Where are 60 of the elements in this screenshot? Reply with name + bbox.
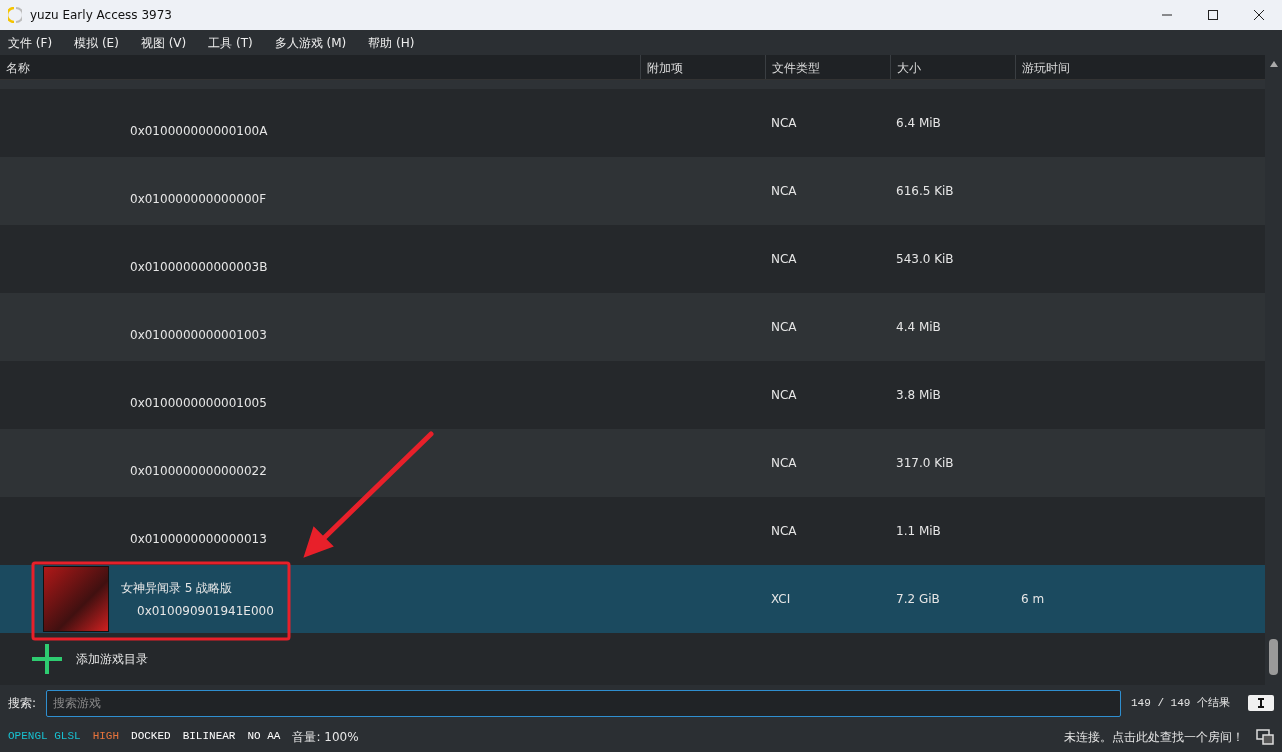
window-title: yuzu Early Access 3973 (30, 7, 172, 24)
status-indicator[interactable]: HIGH (92, 728, 120, 745)
title-id: 0x0100000000000013 (129, 531, 268, 548)
table-row[interactable]: 女神异闻录 5 战略版 0x010090901941E000 XCI 7.2 GiB 6 m (0, 565, 1265, 633)
title-id: 0x010000000000000F (129, 191, 268, 208)
menu-item[interactable]: 工具 (T) (208, 33, 253, 52)
search-field[interactable]: 搜索游戏 (46, 689, 1121, 717)
clear-search-button[interactable] (1248, 695, 1274, 711)
size-cell-text: 3.8 MiB (895, 388, 942, 402)
size-cell-text: 6.4 MiB (895, 116, 942, 130)
menu-item[interactable]: 视图 (V) (140, 33, 187, 52)
add-directory-link[interactable]: 添加游戏目录 (76, 650, 148, 668)
file-type-cell-text: NCA (770, 456, 798, 470)
column-header[interactable]: 名称 (0, 55, 640, 79)
maximize-icon[interactable] (1207, 10, 1219, 20)
title-id: 0x0100000000000022 (129, 463, 268, 480)
play-time-cell-text: 6 m (1020, 592, 1046, 606)
menu-item[interactable]: 多人游戏 (M) (274, 33, 347, 52)
clear-icon[interactable] (1257, 698, 1265, 708)
size-cell-text: 317.0 KiB (895, 456, 955, 470)
result-count: 149 / 149 个结果 (1131, 695, 1230, 711)
table-row[interactable]: 0x0100000000000022 NCA 317.0 KiB (0, 429, 1265, 497)
status-indicator[interactable]: NO AA (247, 728, 281, 745)
size-cell-text: 616.5 KiB (895, 184, 955, 198)
file-type-cell-text: XCI (770, 592, 792, 606)
size-cell-text: 4.4 MiB (895, 320, 942, 334)
title-id: 0x0100000000001005 (129, 395, 268, 412)
close-icon[interactable] (1253, 10, 1265, 20)
app-logo-icon (8, 7, 22, 23)
menu-item[interactable]: 文件 (F) (8, 33, 53, 52)
column-header[interactable]: 大小 (890, 55, 1015, 79)
size-cell-text: 7.2 GiB (895, 592, 941, 606)
column-header[interactable]: 附加项 (640, 55, 765, 79)
menu-item[interactable]: 帮助 (H) (368, 33, 415, 52)
size-cell-text: 1.1 MiB (895, 524, 942, 538)
menu-item[interactable]: 模拟 (E) (74, 33, 119, 52)
table-row[interactable]: 0x0100000000001003 NCA 4.4 MiB (0, 293, 1265, 361)
volume-indicator[interactable]: 音量: 100% (292, 727, 359, 746)
game-cover-placeholder (43, 566, 109, 632)
file-type-cell-text: NCA (770, 252, 798, 266)
network-icon[interactable] (1256, 728, 1274, 745)
file-type-cell-text: NCA (770, 116, 798, 130)
file-type-cell-text: NCA (770, 388, 798, 402)
status-indicator[interactable]: BILINEAR (182, 728, 236, 745)
status-indicator[interactable]: DOCKED (131, 728, 171, 745)
search-label: 搜索: (8, 695, 37, 712)
file-type-cell-text: NCA (770, 320, 798, 334)
plus-icon[interactable] (32, 644, 62, 674)
title-id: 0x010090901941E000 (136, 602, 275, 620)
file-type-cell-text: NCA (770, 524, 798, 538)
column-header[interactable]: 文件类型 (765, 55, 890, 79)
network-status[interactable]: 未连接。点击此处查找一个房间！ (1064, 727, 1244, 746)
status-indicator[interactable]: OPENGL GLSL (8, 728, 81, 745)
game-title: 女神异闻录 5 战略版 (120, 579, 234, 597)
title-id: 0x010000000000003B (129, 259, 269, 276)
file-type-cell-text: NCA (770, 184, 798, 198)
size-cell-text: 543.0 KiB (895, 252, 955, 266)
table-row[interactable]: 0x010000000000000F NCA 616.5 KiB (0, 157, 1265, 225)
title-id: 0x0100000000001003 (129, 327, 268, 344)
title-id: 0x010000000000100A (129, 123, 269, 140)
